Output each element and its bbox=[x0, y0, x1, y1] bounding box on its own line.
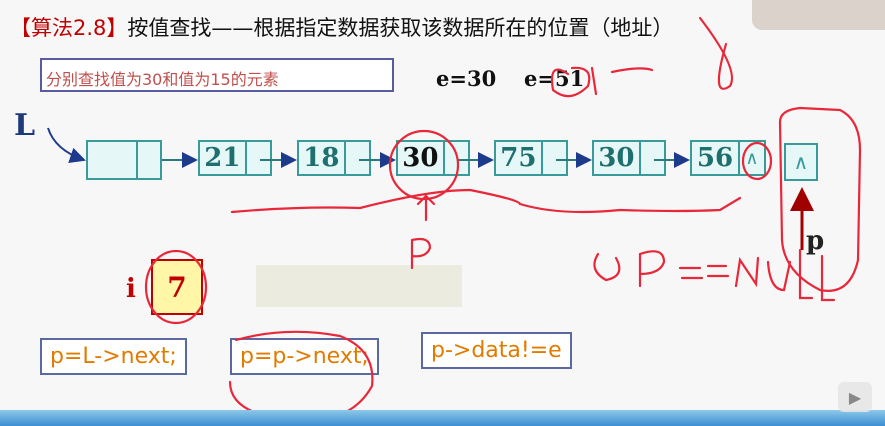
ink-title-mark bbox=[698, 16, 734, 90]
ink-equals bbox=[678, 264, 730, 280]
ink-letter-P bbox=[638, 250, 666, 288]
ink-p-marker bbox=[410, 237, 432, 270]
ink-circled-one bbox=[593, 252, 621, 282]
slide-bottom-bar bbox=[0, 410, 885, 426]
ink-fifteen-strokes bbox=[590, 66, 654, 96]
ink-circle-null bbox=[741, 141, 773, 181]
ink-circle-30 bbox=[388, 129, 460, 201]
ink-circle-i bbox=[144, 249, 208, 325]
ink-circle-advance bbox=[228, 330, 374, 422]
handwritten-annotations bbox=[144, 16, 862, 422]
presenter-camera-overlay bbox=[752, 0, 885, 30]
ink-circle-p bbox=[778, 106, 862, 292]
diagram-overlay bbox=[47, 16, 862, 422]
head-arrow bbox=[47, 127, 86, 163]
ink-underline bbox=[230, 188, 742, 214]
play-icon[interactable]: ▶ bbox=[838, 382, 872, 412]
slide: 【算法2.8】按值查找——根据指定数据获取该数据所在的位置（地址） 分别查找值为… bbox=[0, 0, 885, 426]
ink-circle-e bbox=[550, 66, 591, 98]
